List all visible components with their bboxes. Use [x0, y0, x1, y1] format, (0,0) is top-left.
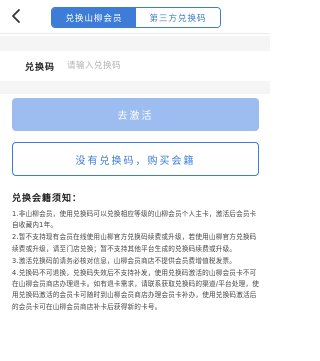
tab-redeem-membership[interactable]: 兑换山柳会员 [52, 8, 136, 27]
note-item: 1.非山柳会员，使用兑换码可以兑换相应等级的山柳会员个人主卡，激活后会员卡自收藏… [12, 210, 257, 230]
buy-membership-button[interactable]: 没有兑换码，购买会籍 [12, 142, 259, 176]
chevron-left-icon [12, 9, 20, 23]
code-label: 兑换码 [25, 62, 56, 73]
back-button[interactable] [6, 6, 26, 26]
code-input[interactable] [65, 60, 240, 72]
header-divider [0, 33, 270, 34]
redeem-type-tabs: 兑换山柳会员 第三方兑换码 [51, 7, 221, 28]
note-item: 3.激活兑换码前请务必核对信息，山柳会员商店不提供会员费增值税发票。 [12, 256, 237, 265]
notes-title: 兑换会籍须知： [12, 194, 83, 204]
notes-body: 1.非山柳会员，使用兑换码可以兑换相应等级的山柳会员个人主卡，激活后会员卡自收藏… [12, 209, 260, 314]
code-input-row: 兑换码 [0, 51, 270, 81]
tab-third-party-code[interactable]: 第三方兑换码 [136, 8, 220, 27]
note-item: 2.暂不支持现有会员在线使用山柳官方兑换码续费或升级，若使用山柳官方兑换码续费或… [12, 233, 257, 253]
activate-button[interactable]: 去激活 [12, 98, 259, 131]
note-item: 4.兑换码不可退换，兑换码失效后不支持补发，使用兑换码激活的山柳会员卡不可在山柳… [12, 269, 259, 311]
